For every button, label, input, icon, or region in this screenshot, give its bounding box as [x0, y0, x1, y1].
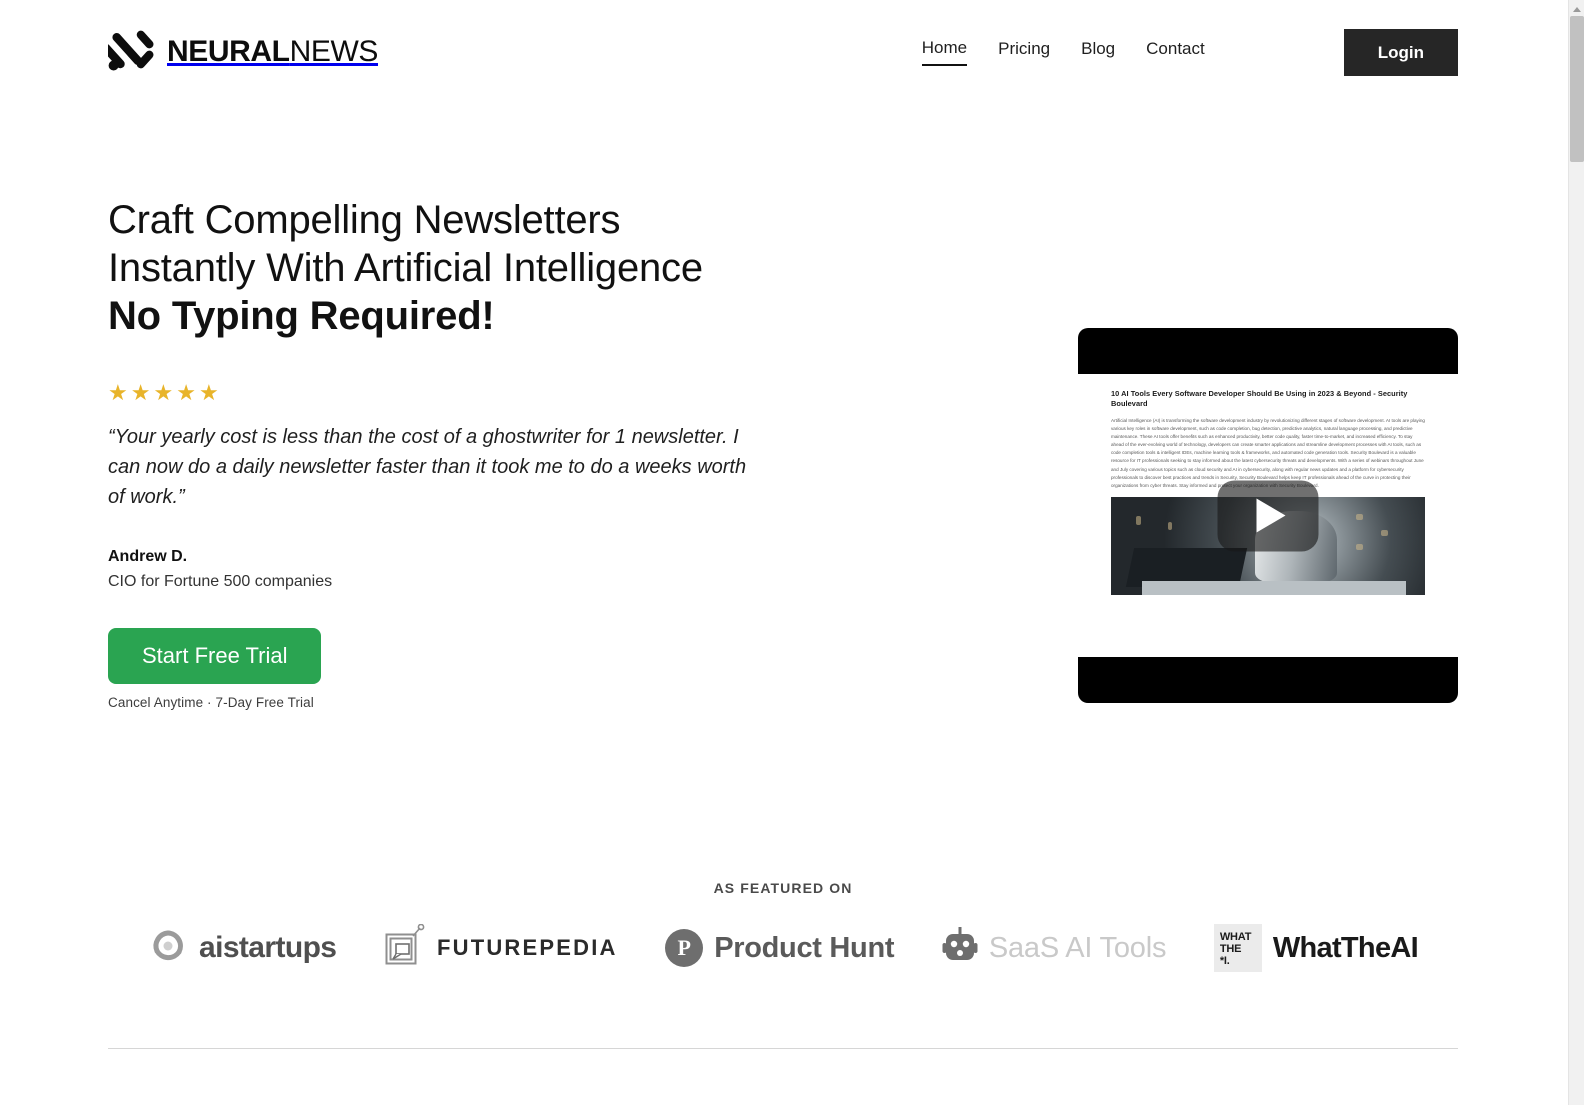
neural-mark-icon — [101, 28, 158, 77]
nav-item-home[interactable]: Home — [921, 38, 968, 66]
site-header: NEURALNEWS Home Pricing Blog Contact Log… — [101, 0, 1458, 78]
content-container: NEURALNEWS Home Pricing Blog Contact Log… — [101, 0, 1458, 1049]
hero-title-line-2: Instantly With Artificial Intelligence — [108, 246, 703, 290]
testimonial-author-role: CIO for Fortune 500 companies — [108, 573, 333, 590]
main-navigation: Home Pricing Blog Contact — [921, 38, 1205, 66]
header-inner: NEURALNEWS Home Pricing Blog Contact Log… — [101, 26, 1458, 78]
site-logo[interactable]: NEURALNEWS — [101, 28, 378, 77]
press-logo-product-hunt[interactable]: P Product Hunt — [665, 929, 895, 968]
play-triangle-icon — [1256, 498, 1286, 533]
hero-media: 10 AI Tools Every Software Developer Sho… — [1078, 196, 1458, 703]
as-featured-on-label: AS FEATURED ON — [713, 879, 853, 896]
page-scrollbar[interactable] — [1568, 0, 1584, 1105]
product-hunt-circle-icon: P — [665, 929, 704, 968]
press-logo-whattheai[interactable]: WHAT THE *I. WhatTheAI — [1213, 924, 1419, 973]
badge-line-1: WHAT — [1219, 931, 1252, 944]
start-free-trial-button[interactable]: Start Free Trial — [108, 627, 322, 684]
saas-ai-robot-icon — [942, 925, 978, 972]
press-logo-label: WhatTheAI — [1272, 931, 1419, 964]
badge-line-2: THE — [1219, 943, 1242, 956]
logo-word-bold: NEURAL — [167, 35, 290, 68]
hero-section: Craft Compelling Newsletters Instantly W… — [108, 78, 1458, 710]
page-title: Craft Compelling Newsletters Instantly W… — [108, 196, 868, 340]
as-featured-on-section: AS FEATURED ON aistartups FUTUREPEDIA P … — [108, 710, 1458, 1049]
testimonial-attribution: Andrew D. CIO for Fortune 500 companies — [108, 545, 868, 595]
press-logo-label: Product Hunt — [714, 931, 895, 964]
logo-wordmark: NEURALNEWS — [167, 37, 378, 67]
futurepedia-frame-icon — [384, 923, 426, 973]
star-icon: ★ — [130, 380, 151, 405]
logo-word-light: NEWS — [289, 35, 379, 68]
testimonial-author-name: Andrew D. — [108, 548, 188, 565]
hero-copy: Craft Compelling Newsletters Instantly W… — [108, 196, 868, 710]
hero-title-line-1: Craft Compelling Newsletters — [108, 198, 621, 242]
video-article-body: Artificial Intelligence (AI) is transfor… — [1111, 418, 1425, 488]
video-article-title: 10 AI Tools Every Software Developer Sho… — [1111, 389, 1408, 408]
cta-subtext: Cancel Anytime · 7-Day Free Trial — [108, 694, 314, 710]
badge-line-3: *I. — [1219, 955, 1230, 968]
star-icon: ★ — [198, 380, 219, 405]
whattheai-badge-icon: WHAT THE *I. — [1213, 924, 1262, 973]
page-root: NEURALNEWS Home Pricing Blog Contact Log… — [0, 0, 1584, 1105]
press-logo-row: aistartups FUTUREPEDIA P Product Hunt Sa… — [108, 923, 1458, 973]
press-logo-aistartups[interactable]: aistartups — [148, 926, 337, 971]
star-icon: ★ — [153, 380, 174, 405]
nav-item-pricing[interactable]: Pricing — [998, 39, 1050, 64]
press-logo-saas-ai-tools[interactable]: SaaS AI Tools — [942, 925, 1166, 972]
testimonial-quote: “Your yearly cost is less than the cost … — [108, 426, 747, 508]
star-icon: ★ — [176, 380, 196, 405]
scroll-up-arrow-icon[interactable] — [1569, 3, 1584, 15]
nav-item-blog[interactable]: Blog — [1081, 39, 1115, 64]
press-logo-futurepedia[interactable]: FUTUREPEDIA — [384, 923, 618, 973]
star-icon: ★ — [108, 380, 128, 405]
press-logo-label: FUTUREPEDIA — [436, 935, 618, 961]
rating-stars: ★ ★ ★ ★ ★ — [108, 382, 868, 404]
video-player[interactable]: 10 AI Tools Every Software Developer Sho… — [1078, 328, 1458, 703]
press-logo-label: SaaS AI Tools — [988, 931, 1167, 964]
login-button[interactable]: Login — [1343, 28, 1458, 76]
hero-title-line-3: No Typing Required! — [108, 294, 495, 338]
scrollbar-thumb[interactable] — [1570, 16, 1584, 162]
nav-item-contact[interactable]: Contact — [1146, 39, 1205, 64]
press-logo-label: aistartups — [199, 931, 337, 965]
page-shell: NEURALNEWS Home Pricing Blog Contact Log… — [0, 0, 1566, 1105]
aistartups-swirl-icon — [148, 926, 188, 971]
section-divider — [108, 1047, 1458, 1049]
play-button[interactable] — [1217, 480, 1319, 551]
